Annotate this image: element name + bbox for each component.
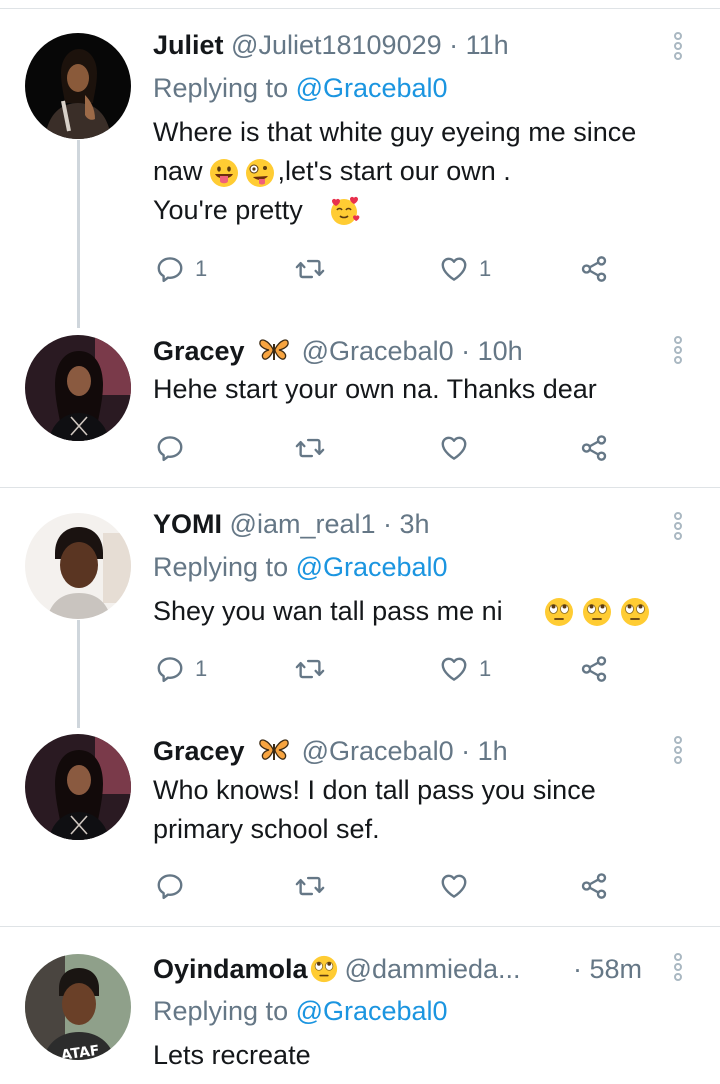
avatar[interactable]: ATAF <box>25 954 131 1060</box>
thread-line <box>77 140 80 328</box>
more-options-icon[interactable] <box>674 512 686 542</box>
reply-button[interactable] <box>155 430 195 466</box>
tweet-text-line: Lets recreate <box>153 1040 311 1070</box>
eye-roll-emoji <box>309 954 339 984</box>
replying-to: Replying to @Gracebal0 <box>153 70 448 106</box>
thread-line <box>77 620 80 728</box>
divider <box>0 8 720 9</box>
replying-to-label: Replying to <box>153 996 296 1026</box>
like-count: 1 <box>479 656 492 681</box>
like-button[interactable] <box>439 868 479 904</box>
reply-count: 1 <box>195 656 208 681</box>
more-options-icon[interactable] <box>674 32 686 62</box>
share-icon <box>579 654 609 684</box>
tweet-text-line: primary school sef. <box>153 814 380 844</box>
share-icon <box>579 433 609 463</box>
retweet-button[interactable] <box>295 430 335 466</box>
handle-time: @Gracebal0 · 1h <box>301 736 508 766</box>
share-icon <box>579 871 609 901</box>
handle: @dammieda... <box>344 954 521 984</box>
retweet-icon <box>295 433 325 463</box>
heart-icon <box>439 254 469 284</box>
tweet-text-line: Hehe start your own na. Thanks dear <box>153 374 597 404</box>
tweet-text-line: Where is that white guy eyeing me since <box>153 117 637 147</box>
mention-link[interactable]: @Gracebal0 <box>296 73 448 103</box>
share-button[interactable] <box>579 868 609 904</box>
reply-button[interactable]: 1 <box>155 651 207 687</box>
reply-icon <box>155 654 185 684</box>
reply-icon <box>155 433 185 463</box>
eye-roll-emoji <box>619 596 651 628</box>
retweet-button[interactable] <box>295 251 335 287</box>
replying-to-label: Replying to <box>153 552 296 582</box>
display-name[interactable]: Juliet <box>153 30 224 60</box>
retweet-button[interactable] <box>295 868 335 904</box>
butterfly-emoji <box>258 734 290 766</box>
share-button[interactable] <box>579 251 609 287</box>
reply-icon <box>155 254 185 284</box>
more-options-icon[interactable] <box>674 736 686 766</box>
tweet-text: Lets recreate <box>153 1036 693 1075</box>
handle-time: @iam_real1 · 3h <box>229 509 430 539</box>
avatar[interactable] <box>25 335 131 441</box>
retweet-icon <box>295 654 325 684</box>
share-button[interactable] <box>579 430 609 466</box>
share-button[interactable] <box>579 651 609 687</box>
more-options-icon[interactable] <box>674 953 686 983</box>
display-name[interactable]: YOMI <box>153 509 222 539</box>
display-name[interactable]: Oyindamola <box>153 954 308 984</box>
handle-time: @Juliet18109029 · 11h <box>231 30 509 60</box>
display-name[interactable]: Gracey <box>153 736 245 766</box>
mention-link[interactable]: @Gracebal0 <box>296 996 448 1026</box>
replying-to-label: Replying to <box>153 73 296 103</box>
tweet-text-line: You're pretty <box>153 195 303 225</box>
like-button[interactable]: 1 <box>439 251 491 287</box>
zany-face-emoji <box>244 157 276 189</box>
handle-time: @Gracebal0 · 10h <box>301 336 523 366</box>
replying-to: Replying to @Gracebal0 <box>153 993 448 1029</box>
reply-button[interactable]: 1 <box>155 251 207 287</box>
reply-button[interactable] <box>155 868 195 904</box>
divider <box>0 487 720 488</box>
heart-icon <box>439 433 469 463</box>
retweet-icon <box>295 254 325 284</box>
heart-icon <box>439 871 469 901</box>
tweet-text-line: Who knows! I don tall pass you since <box>153 775 596 805</box>
smiling-face-with-hearts-emoji <box>328 195 360 227</box>
tweet-time: · 58m <box>573 954 643 984</box>
avatar[interactable] <box>25 33 131 139</box>
reply-icon <box>155 871 185 901</box>
share-icon <box>579 254 609 284</box>
avatar[interactable] <box>25 734 131 840</box>
like-count: 1 <box>479 256 492 281</box>
tweet-text: Who knows! I don tall pass you since pri… <box>153 771 693 849</box>
divider <box>0 926 720 927</box>
butterfly-emoji <box>258 334 290 366</box>
more-options-icon[interactable] <box>674 336 686 366</box>
retweet-button[interactable] <box>295 651 335 687</box>
avatar[interactable] <box>25 513 131 619</box>
mention-link[interactable]: @Gracebal0 <box>296 552 448 582</box>
eye-roll-emoji <box>543 596 575 628</box>
tweet-text: Hehe start your own na. Thanks dear <box>153 370 693 409</box>
replying-to: Replying to @Gracebal0 <box>153 549 448 585</box>
heart-icon <box>439 654 469 684</box>
eye-roll-emoji <box>581 596 613 628</box>
tongue-out-emoji <box>208 157 240 189</box>
display-name[interactable]: Gracey <box>153 336 245 366</box>
like-button[interactable]: 1 <box>439 651 491 687</box>
retweet-icon <box>295 871 325 901</box>
reply-count: 1 <box>195 256 208 281</box>
like-button[interactable] <box>439 430 479 466</box>
